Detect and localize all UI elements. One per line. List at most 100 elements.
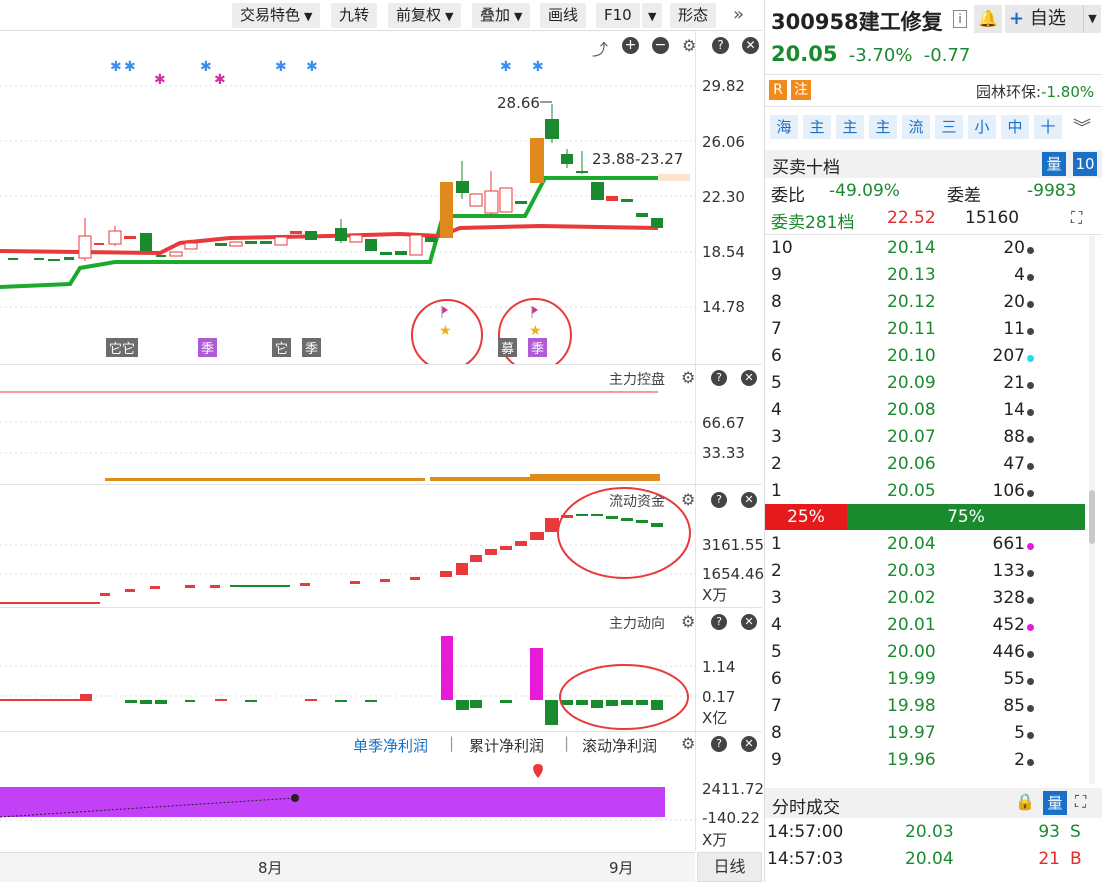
flow-axis-label: 3161.55 bbox=[702, 536, 765, 554]
ask-row[interactable]: 7 20.11 11 bbox=[765, 317, 1085, 344]
sector-row[interactable]: 园林环保:-1.80% bbox=[976, 81, 1094, 102]
level: 6 bbox=[771, 346, 782, 366]
volume: 88 bbox=[1003, 427, 1025, 447]
orderbook-qty-button[interactable]: 量 bbox=[1042, 152, 1066, 176]
ask-row[interactable]: 6 20.10 207 bbox=[765, 344, 1085, 371]
axis-divider bbox=[695, 31, 696, 851]
quick-tag[interactable]: 海 bbox=[770, 115, 798, 139]
bid-row[interactable]: 5 20.00 446 bbox=[765, 640, 1085, 667]
bid-row[interactable]: 2 20.03 133 bbox=[765, 559, 1085, 586]
bid-row[interactable]: 6 19.99 55 bbox=[765, 667, 1085, 694]
order-dot-icon bbox=[1027, 651, 1034, 658]
quick-tag[interactable]: 主 bbox=[803, 115, 831, 139]
ask-row[interactable]: 2 20.06 47 bbox=[765, 452, 1085, 479]
price: 20.07 bbox=[887, 427, 936, 447]
info-icon[interactable]: i bbox=[953, 10, 967, 28]
bid-row[interactable]: 9 19.96 2 bbox=[765, 748, 1085, 775]
toolbar-draw[interactable]: 画线 bbox=[540, 3, 587, 28]
control-axis-label: 33.33 bbox=[702, 444, 745, 462]
expand-icon[interactable]: ⛶ bbox=[1071, 208, 1082, 228]
quick-tag[interactable]: 小 bbox=[968, 115, 996, 139]
double-chevron-right-icon[interactable]: » bbox=[733, 4, 744, 25]
event-tag[interactable]: 它 bbox=[272, 338, 292, 357]
level: 4 bbox=[771, 615, 782, 635]
register-badge[interactable]: 注 bbox=[791, 80, 811, 100]
toolbar-nine-turn[interactable]: 九转 bbox=[331, 3, 378, 28]
ask-row[interactable]: 3 20.07 88 bbox=[765, 425, 1085, 452]
close-icon[interactable]: ✕ bbox=[741, 370, 757, 386]
price-axis-label: 29.82 bbox=[702, 77, 745, 95]
scrollbar-thumb[interactable] bbox=[1089, 490, 1095, 544]
diff-label: 委差 bbox=[947, 186, 981, 206]
expand-icon[interactable]: ⛶ bbox=[1075, 792, 1086, 812]
bid-row[interactable]: 3 20.02 328 bbox=[765, 586, 1085, 613]
chevron-down-icon[interactable]: ▼ bbox=[1083, 5, 1101, 33]
tick-time: 14:57:00 bbox=[767, 822, 844, 842]
help-icon[interactable]: ? bbox=[711, 736, 727, 752]
orderbook-title: 买卖十档 bbox=[772, 158, 840, 178]
toolbar-adjust[interactable]: 前复权 ▼ bbox=[388, 3, 462, 28]
volume: 85 bbox=[1003, 696, 1025, 716]
event-tag[interactable]: 季 bbox=[302, 338, 322, 357]
level: 6 bbox=[771, 669, 782, 689]
svg-text:✱: ✱ bbox=[154, 72, 166, 88]
help-icon[interactable]: ? bbox=[712, 37, 729, 54]
buy-ratio-bar: 25% bbox=[765, 504, 847, 530]
event-tag[interactable]: 它它 bbox=[106, 338, 139, 357]
profit-axis-label: 2411.72 bbox=[702, 780, 765, 798]
quick-tag[interactable]: 流 bbox=[902, 115, 930, 139]
event-tag[interactable]: 募 bbox=[498, 338, 518, 357]
order-dot-icon bbox=[1027, 409, 1034, 416]
control-indicator-chart bbox=[0, 391, 695, 481]
add-watchlist-button[interactable]: + 自选 bbox=[1005, 5, 1083, 33]
toolbar-f10-dropdown[interactable]: ▼ bbox=[642, 3, 663, 28]
help-icon[interactable]: ? bbox=[711, 614, 727, 630]
double-chevron-down-icon[interactable]: ︾ bbox=[1073, 114, 1091, 140]
toolbar-pattern[interactable]: 形态 bbox=[670, 3, 717, 28]
volume: 133 bbox=[992, 561, 1025, 581]
quick-tag[interactable]: 三 bbox=[935, 115, 963, 139]
lock-icon[interactable]: 🔒 bbox=[1015, 792, 1035, 811]
order-dot-icon bbox=[1027, 463, 1034, 470]
quick-tag[interactable]: 主 bbox=[836, 115, 864, 139]
toolbar-f10[interactable]: F10 bbox=[596, 3, 640, 28]
event-tag[interactable]: 季 bbox=[198, 338, 218, 357]
help-icon[interactable]: ? bbox=[711, 370, 727, 386]
quick-tag[interactable]: 中 bbox=[1001, 115, 1029, 139]
ask-row[interactable]: 8 20.12 20 bbox=[765, 290, 1085, 317]
price: 20.14 bbox=[887, 238, 936, 258]
divider bbox=[765, 234, 1102, 235]
ask-row[interactable]: 5 20.09 21 bbox=[765, 371, 1085, 398]
level: 1 bbox=[771, 481, 782, 501]
svg-text:✱: ✱ bbox=[306, 59, 318, 75]
volume: 452 bbox=[992, 615, 1025, 635]
candlestick-chart: ✱ ✱ ✱ ✱ ✱ ✱ ✱ ✱ ✱ ★ ★ bbox=[0, 59, 695, 364]
close-icon[interactable]: ✕ bbox=[741, 736, 757, 752]
ask-row[interactable]: 1 20.05 106 bbox=[765, 479, 1085, 506]
orderbook-depth-button[interactable]: 10 bbox=[1073, 152, 1097, 176]
close-icon[interactable]: ✕ bbox=[742, 37, 759, 54]
bid-row[interactable]: 1 20.04 661 bbox=[765, 532, 1085, 559]
ask-row[interactable]: 4 20.08 14 bbox=[765, 398, 1085, 425]
rating-badge[interactable]: R bbox=[769, 80, 787, 100]
svg-text:✱: ✱ bbox=[214, 72, 226, 88]
bell-icon[interactable]: 🔔 bbox=[974, 5, 1002, 33]
chart-toolbar: 交易特色 ▼ 九转 前复权 ▼ 叠加 ▼ 画线 F10 ▼ 形态 » bbox=[0, 0, 762, 31]
bid-row[interactable]: 7 19.98 85 bbox=[765, 694, 1085, 721]
event-tag[interactable]: 季 bbox=[528, 338, 548, 357]
toolbar-trade-features[interactable]: 交易特色 ▼ bbox=[232, 3, 321, 28]
toolbar-overlay[interactable]: 叠加 ▼ bbox=[472, 3, 531, 28]
bid-row[interactable]: 8 19.97 5 bbox=[765, 721, 1085, 748]
close-icon[interactable]: ✕ bbox=[741, 614, 757, 630]
ticks-qty-button[interactable]: 量 bbox=[1043, 791, 1067, 815]
bid-row[interactable]: 4 20.01 452 bbox=[765, 613, 1085, 640]
period-day-button[interactable]: 日线 bbox=[697, 852, 762, 882]
ask-row[interactable]: 9 20.13 4 bbox=[765, 263, 1085, 290]
order-dot-icon bbox=[1027, 705, 1034, 712]
quick-tag[interactable]: 主 bbox=[869, 115, 897, 139]
help-icon[interactable]: ? bbox=[711, 492, 727, 508]
tick-side: S bbox=[1070, 822, 1081, 842]
close-icon[interactable]: ✕ bbox=[741, 492, 757, 508]
quick-tag[interactable]: 十 bbox=[1034, 115, 1062, 139]
ask-row[interactable]: 10 20.14 20 bbox=[765, 236, 1085, 263]
